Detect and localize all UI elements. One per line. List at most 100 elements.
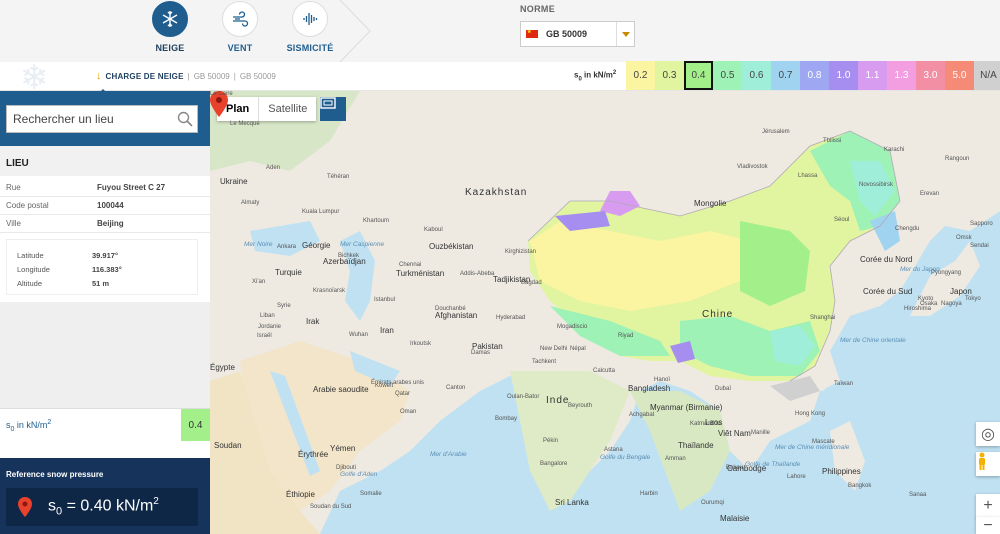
map-label: Le Caire	[210, 91, 233, 97]
map-label: Mer de Chine orientale	[840, 337, 906, 344]
coord-row-longitude: Longitude 116.383°	[7, 262, 197, 276]
map-label: Ukraine	[220, 177, 248, 186]
fullscreen-icon[interactable]	[320, 97, 346, 121]
map-label: Malaisie	[720, 514, 750, 523]
map-label: Hyderabad	[496, 315, 526, 321]
map-label: Le Mecque	[230, 121, 260, 127]
nav-item-sismicite[interactable]: SISMICITÉ	[275, 0, 345, 53]
map-label: Chine	[702, 309, 734, 320]
map-label: Inde	[546, 395, 570, 406]
lieu-value: Fuyou Street C 27	[97, 183, 166, 192]
legend-swatch: 0.7	[771, 61, 800, 90]
lieu-value: Beijing	[97, 219, 124, 228]
map-label: Kazakhstan	[465, 187, 528, 198]
map-label: Séoul	[834, 217, 850, 223]
map-label: Hong Kong	[795, 411, 826, 417]
map-label: Amman	[665, 456, 686, 462]
coord-value: 51 m	[92, 278, 110, 288]
map-label: Vladivostok	[737, 164, 768, 170]
map-label: Erevan	[920, 191, 940, 197]
map-label: Oman	[400, 409, 417, 415]
zoom-in-button[interactable]: +	[976, 494, 1000, 518]
search-input[interactable]: Rechercher un lieu	[6, 105, 198, 133]
map-label: Achgabat	[629, 412, 655, 418]
map-label: Bangalore	[540, 461, 568, 467]
map-label: Ouzbékistan	[429, 242, 474, 251]
map-label: Oulan-Bator	[507, 394, 540, 400]
map-label: Arabie saoudite	[313, 385, 369, 394]
map-label: Aden	[266, 165, 281, 171]
lieu-key: Rue	[6, 183, 21, 192]
map-label: Égypte	[210, 363, 235, 372]
map-type-satellite-button[interactable]: Satellite	[259, 97, 316, 121]
legend-swatch: 5.0	[945, 61, 974, 90]
map-label: Turquie	[275, 268, 302, 277]
search-placeholder: Rechercher un lieu	[13, 112, 114, 126]
map-label: Japon	[950, 287, 972, 296]
map-label: Afghanistan	[435, 311, 478, 320]
map-label: Syrie	[277, 303, 291, 309]
map-label: Corée du Nord	[860, 255, 913, 264]
legend-swatch: 1.1	[858, 61, 887, 90]
arrow-down-icon: ↓	[96, 70, 102, 82]
legend-swatch: N/A	[974, 61, 1000, 90]
map-label: Jérusalem	[762, 129, 790, 135]
map-label: Katmandou	[690, 421, 721, 427]
lieu-value: 100044	[97, 201, 124, 210]
s0-result-label: s0 in kN/m2	[6, 419, 52, 433]
map-label: Sendai	[970, 243, 989, 249]
map-label: Kyoto	[918, 296, 934, 302]
map-label: Golfe d'Aden	[340, 471, 378, 478]
map-label: Sanaa	[909, 492, 927, 498]
zoom-out-button[interactable]: −	[976, 517, 1000, 534]
map-label: Kuala Lumpur	[302, 209, 340, 215]
map-label: Yémen	[330, 444, 356, 453]
map-label: Golfe du Bengale	[600, 454, 651, 461]
map-label: Myanmar (Birmanie)	[650, 403, 723, 412]
map-label: Géorgie	[302, 241, 331, 250]
nav-label-vent: VENT	[227, 43, 253, 53]
map-label: Calcutta	[593, 368, 616, 374]
search-icon[interactable]	[177, 111, 193, 127]
map-label: Nagoya	[941, 301, 962, 307]
street-view-pegman-icon[interactable]	[976, 452, 1000, 476]
map-label: Ankara	[277, 244, 297, 250]
map-label: Damas	[471, 350, 491, 356]
map-label: Israël	[257, 333, 272, 339]
map-label: Iran	[380, 326, 394, 335]
map-label: Bangkok	[848, 483, 872, 489]
nav-item-vent[interactable]: VENT	[205, 0, 275, 53]
map-label: New Delhi	[540, 346, 568, 352]
map-label: Tbilissi	[823, 138, 842, 144]
nav-item-neige[interactable]: NEIGE	[135, 0, 205, 53]
map-label: Liban	[260, 313, 275, 319]
map-type-toggle: Plan Satellite	[217, 97, 317, 121]
lieu-rows: Rue Fuyou Street C 27 Code postal 100044 V…	[0, 179, 210, 233]
norme-select[interactable]: GB 50009	[520, 21, 635, 47]
chevron-down-icon[interactable]	[616, 22, 634, 46]
coord-row-altitude: Altitude 51 m	[7, 276, 197, 290]
map-label: Mogadiscio	[557, 324, 588, 330]
legend-swatch: 3.0	[916, 61, 945, 90]
snow-load-map[interactable]: Plan Satellite Kazakhstan Mongolie Chine In…	[210, 91, 1000, 534]
map-label: Mer Noire	[244, 241, 273, 248]
wind-icon	[222, 1, 258, 37]
panel-spacer	[0, 302, 210, 408]
my-location-icon[interactable]: ◎	[976, 422, 1000, 446]
breadcrumb-item-1: GB 50009	[193, 71, 230, 81]
map-label: Istanbul	[374, 297, 396, 303]
lieu-key: Code postal	[6, 201, 49, 210]
map-label: Irak	[306, 317, 320, 326]
map-label: Qatar	[395, 391, 411, 397]
reference-value-box: s0 = 0.40 kN/m2	[6, 488, 198, 526]
map-label: Lahore	[787, 474, 806, 480]
map-label: Kirghizistan	[505, 249, 537, 255]
map-label: Shanghai	[810, 315, 836, 321]
map-label: Éthiopie	[286, 490, 315, 499]
legend-swatch: 0.5	[713, 61, 742, 90]
map-label: Mer d'Arabie	[430, 451, 467, 458]
coord-key: Latitude	[17, 250, 44, 260]
map-label: Turkménistan	[396, 269, 445, 278]
map-label: Irkoutsk	[410, 341, 432, 347]
lieu-row-rue: Rue Fuyou Street C 27	[0, 179, 210, 197]
